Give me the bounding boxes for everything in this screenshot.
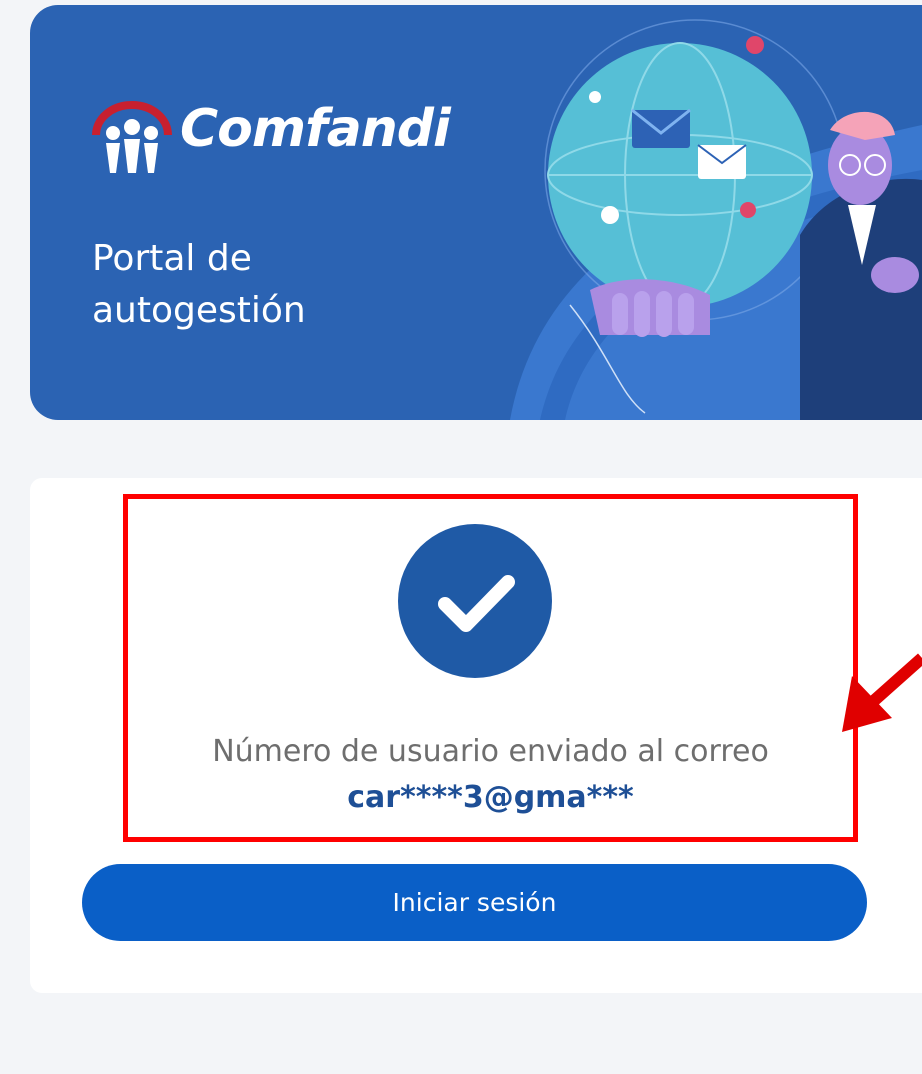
comfandi-logo: Comfandi <box>88 97 508 187</box>
brand-name: Comfandi <box>180 99 451 159</box>
confirmation-message: Número de usuario enviado al correo <box>212 734 769 769</box>
globe-illustration <box>510 19 922 420</box>
check-circle-icon <box>398 524 552 678</box>
portal-title: Portal de autogestión <box>92 238 306 331</box>
masked-email: car****3@gma*** <box>347 780 634 815</box>
login-button[interactable]: Iniciar sesión <box>82 864 867 941</box>
header-banner: Comfandi Portal de autogestión <box>30 5 922 420</box>
family-logo-icon <box>92 101 172 173</box>
annotation-arrow-icon <box>842 653 922 732</box>
